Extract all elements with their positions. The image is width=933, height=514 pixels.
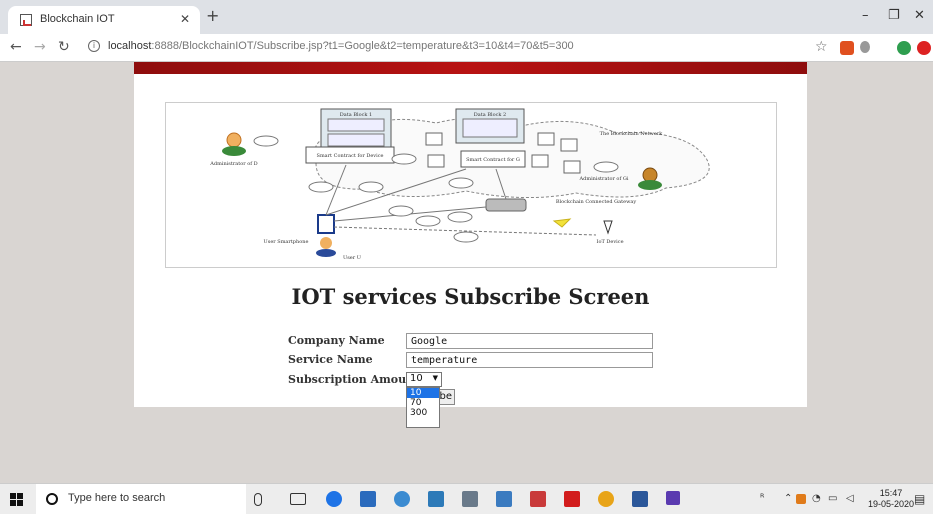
search-icon (46, 493, 58, 505)
amount-option[interactable]: 70 (407, 398, 439, 408)
amount-dropdown-list[interactable]: 10 70 300 (406, 387, 440, 428)
content-panel: Data Block 1 Data Block 2 Smart Contract… (134, 62, 807, 428)
svg-text:Administrator of D: Administrator of D (209, 161, 257, 167)
close-tab-icon[interactable]: ✕ (180, 12, 190, 26)
url-text: localhost:8888/BlockchainIOT/Subscribe.j… (108, 40, 574, 52)
svg-text:The Blockchain Network: The Blockchain Network (600, 131, 664, 137)
company-name-label: Company Name (288, 334, 385, 347)
app-red-icon[interactable] (530, 491, 546, 507)
page-viewport: Data Block 1 Data Block 2 Smart Contract… (0, 62, 933, 483)
svg-text:IoT Device: IoT Device (596, 239, 623, 245)
page-favicon-icon (20, 14, 32, 26)
browser-tab[interactable]: Blockchain IOT ✕ (8, 6, 200, 34)
clock-time: 15:47 (879, 488, 903, 498)
address-bar[interactable]: i localhost:8888/BlockchainIOT/Subscribe… (84, 37, 804, 58)
subscription-amount-select[interactable]: 10 ▼ (406, 372, 442, 387)
data-block-1-label: Data Block 1 (340, 112, 372, 118)
svg-text:User U: User U (343, 255, 361, 261)
network-icon[interactable]: ◔ (812, 493, 821, 504)
taskbar-clock[interactable]: 15:47 19-05-2020 (868, 488, 914, 510)
diagram-illustration: Data Block 1 Data Block 2 Smart Contract… (209, 108, 710, 261)
new-tab-icon[interactable]: + (206, 8, 219, 24)
tab-title: Blockchain IOT (40, 13, 115, 25)
extension-shield-icon[interactable] (860, 41, 870, 53)
battery-icon[interactable]: ▭ (828, 493, 837, 504)
selected-amount: 10 (410, 373, 423, 384)
reload-icon[interactable]: ↻ (58, 39, 70, 55)
svg-text:Blockchain Connected Gateway: Blockchain Connected Gateway (556, 199, 637, 205)
forward-icon[interactable]: → (34, 39, 46, 55)
company-name-input[interactable] (406, 333, 653, 349)
acrobat-icon[interactable] (564, 491, 580, 507)
onedrive-icon[interactable] (394, 491, 410, 507)
windows-taskbar: Type here to search ᴿ ⌃ ◔ ▭ ◁ 15:47 19-0… (0, 483, 933, 514)
svg-text:User Smartphone: User Smartphone (264, 239, 309, 245)
microphone-icon[interactable] (254, 493, 262, 506)
taskbar-search-box[interactable]: Type here to search (36, 484, 246, 514)
clock-date: 19-05-2020 (868, 499, 915, 509)
word-icon[interactable] (632, 491, 648, 507)
edge-browser-icon[interactable] (326, 491, 342, 507)
header-banner (134, 62, 807, 74)
task-view-icon[interactable] (290, 493, 306, 505)
chrome-icon[interactable] (598, 491, 614, 507)
close-window-icon[interactable]: ✕ (914, 8, 925, 23)
svg-text:Smart Contract for Device: Smart Contract for Device (317, 153, 384, 159)
browser-tab-strip: Blockchain IOT ✕ + – ❐ ✕ (0, 0, 933, 34)
amount-option[interactable]: 300 (407, 408, 439, 418)
extension-globe-icon[interactable] (897, 41, 911, 55)
windows-start-icon[interactable] (10, 493, 23, 506)
back-icon[interactable]: ← (10, 39, 22, 55)
app-purple-icon[interactable] (666, 491, 680, 505)
store-icon[interactable] (360, 491, 376, 507)
browser-toolbar: ← → ↻ i localhost:8888/BlockchainIOT/Sub… (0, 34, 933, 62)
chevron-down-icon: ▼ (432, 374, 438, 382)
restore-icon[interactable]: ❐ (888, 8, 900, 23)
subscription-amount-label: Subscription Amount (288, 373, 420, 386)
file-explorer-icon[interactable] (496, 491, 512, 507)
terminal-icon[interactable] (462, 491, 478, 507)
svg-text:Smart Contract for G: Smart Contract for G (466, 157, 520, 163)
amount-option[interactable]: 10 (407, 388, 439, 398)
people-icon[interactable]: ᴿ (760, 493, 764, 504)
volume-icon[interactable]: ◁ (846, 493, 854, 504)
service-name-label: Service Name (288, 353, 373, 366)
svg-text:Administrator of Gi: Administrator of Gi (579, 176, 629, 182)
blockchain-iot-diagram: Data Block 1 Data Block 2 Smart Contract… (165, 102, 777, 268)
service-name-input[interactable] (406, 352, 653, 368)
page-title: IOT services Subscribe Screen (291, 284, 650, 309)
tray-app-icon[interactable] (796, 494, 806, 504)
search-placeholder: Type here to search (68, 492, 166, 504)
info-icon[interactable]: i (88, 40, 100, 52)
bookmark-star-icon[interactable]: ☆ (815, 39, 828, 55)
data-block-2-label: Data Block 2 (474, 112, 506, 118)
app-icon[interactable] (428, 491, 444, 507)
notifications-icon[interactable]: ▤ (914, 492, 925, 506)
minimize-icon[interactable]: – (862, 8, 869, 23)
chevron-up-icon[interactable]: ⌃ (784, 493, 792, 504)
extension-red-icon[interactable] (917, 41, 931, 55)
extension-icon[interactable] (840, 41, 854, 55)
